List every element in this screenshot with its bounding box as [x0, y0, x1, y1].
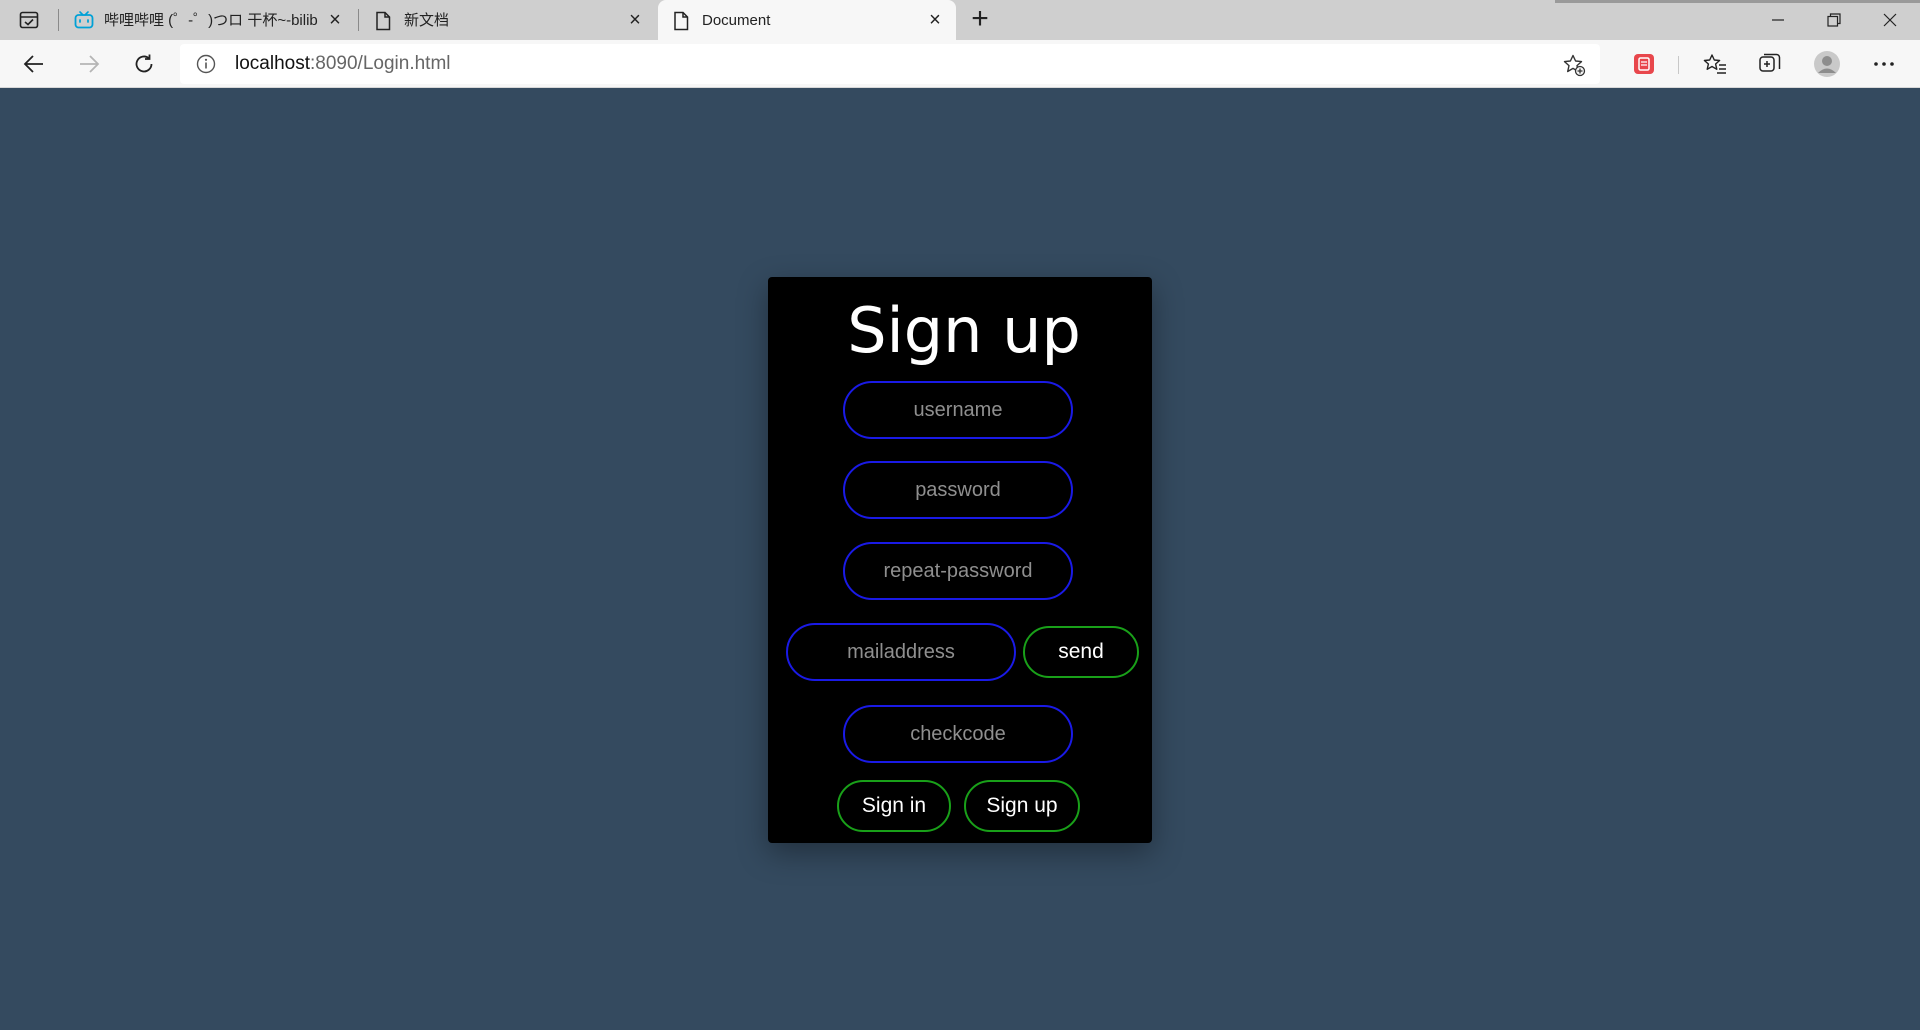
- profile-avatar[interactable]: [1813, 50, 1841, 78]
- url-host: localhost: [235, 53, 310, 74]
- signup-card: Sign up send Sign in Sign up: [768, 277, 1152, 843]
- back-button[interactable]: [18, 48, 50, 80]
- document-icon: [672, 11, 692, 31]
- extension-icon[interactable]: [1630, 50, 1658, 78]
- tab-title: 哔哩哔哩 (゜-゜)つロ 干杯~-bilibili: [104, 12, 318, 29]
- repeat-password-input[interactable]: [843, 542, 1073, 600]
- sign-in-button[interactable]: Sign in: [837, 780, 951, 832]
- close-icon[interactable]: ×: [326, 10, 344, 30]
- new-tab-button[interactable]: +: [966, 4, 994, 34]
- collections-icon[interactable]: [1756, 50, 1784, 78]
- url-path: :8090/Login.html: [310, 53, 451, 74]
- send-button[interactable]: send: [1023, 626, 1139, 678]
- restore-button[interactable]: [1806, 0, 1862, 40]
- tab-document[interactable]: Document ×: [658, 0, 956, 40]
- checkcode-input[interactable]: [843, 705, 1073, 763]
- mail-address-input[interactable]: [786, 623, 1016, 681]
- tab-separator: [58, 9, 59, 31]
- favorites-icon[interactable]: [1701, 50, 1729, 78]
- tab-actions-icon[interactable]: [18, 10, 40, 30]
- sign-up-button[interactable]: Sign up: [964, 780, 1080, 832]
- address-bar[interactable]: localhost:8090/Login.html: [180, 44, 1600, 84]
- tab-separator: [358, 9, 359, 31]
- browser-toolbar: localhost:8090/Login.html: [0, 40, 1920, 88]
- url-text[interactable]: localhost:8090/Login.html: [235, 53, 451, 75]
- page-title: Sign up: [847, 294, 1081, 367]
- tab-title: 新文档: [404, 12, 450, 29]
- close-window-button[interactable]: [1862, 0, 1918, 40]
- tab-new-document[interactable]: 新文档 ×: [360, 0, 656, 40]
- add-favorite-icon[interactable]: [1562, 53, 1586, 77]
- info-icon[interactable]: [196, 54, 216, 74]
- close-icon[interactable]: ×: [626, 10, 644, 30]
- forward-button[interactable]: [73, 48, 105, 80]
- password-input[interactable]: [843, 461, 1073, 519]
- more-options-icon[interactable]: [1870, 50, 1898, 78]
- username-input[interactable]: [843, 381, 1073, 439]
- refresh-button[interactable]: [128, 48, 160, 80]
- bilibili-tv-icon: [74, 11, 94, 29]
- minimize-button[interactable]: [1750, 0, 1806, 40]
- close-icon[interactable]: ×: [926, 10, 944, 30]
- tab-strip: 哔哩哔哩 (゜-゜)つロ 干杯~-bilibili × 新文档 × Docume…: [0, 0, 1920, 40]
- tab-title: Document: [702, 12, 771, 29]
- tab-bilibili[interactable]: 哔哩哔哩 (゜-゜)つロ 干杯~-bilibili ×: [60, 0, 356, 40]
- toolbar-separator: [1678, 56, 1679, 74]
- page-viewport: Sign up send Sign in Sign up: [0, 89, 1920, 1030]
- document-icon: [374, 11, 394, 31]
